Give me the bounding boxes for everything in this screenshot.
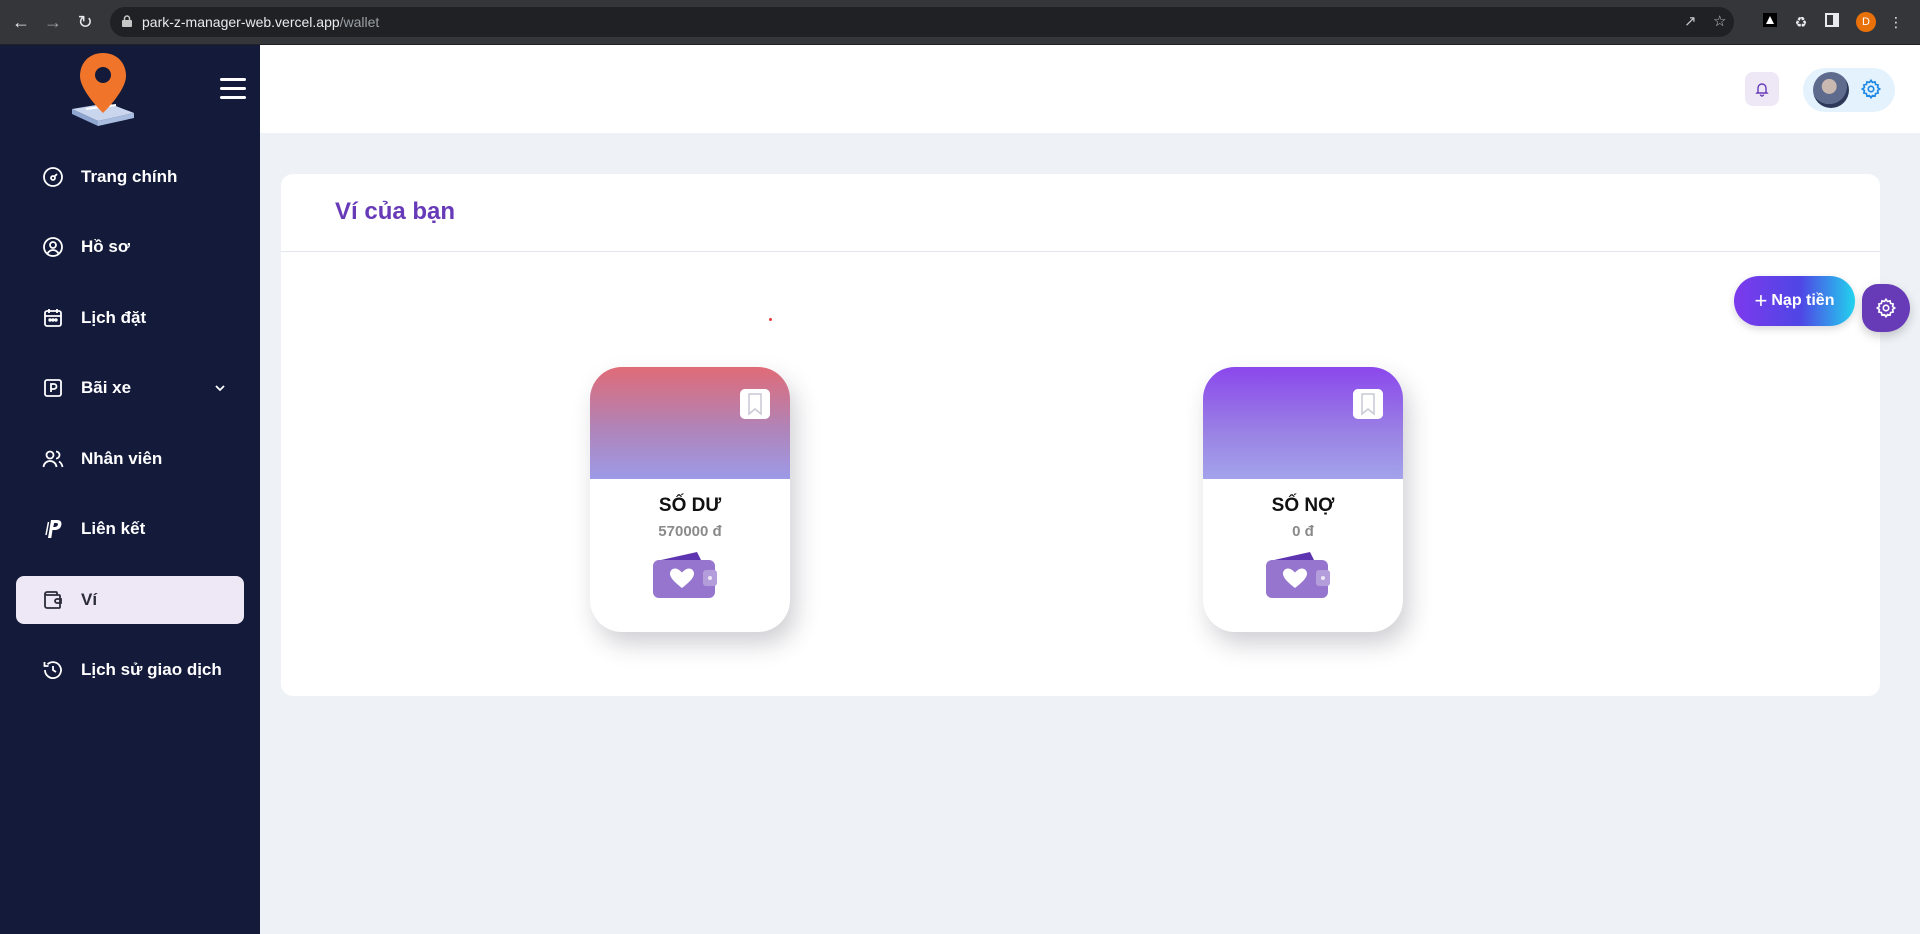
sidebar-item-transaction-history[interactable]: Lịch sử giao dịch [16,646,244,694]
top-header [260,45,1920,133]
wallet-heart-icon [1266,552,1330,598]
users-icon [42,450,64,468]
profile-avatar[interactable]: D [1856,12,1876,32]
wallet-panel: Ví của bạn [281,174,1880,696]
sidebar-item-label: Trang chính [81,167,178,186]
sidebar-item-label: Hồ sơ [81,237,130,256]
sidebar-item-label: Lịch sử giao dịch [81,660,222,679]
bell-icon [1755,83,1769,97]
parking-icon [44,379,62,397]
user-circle-icon [43,237,63,257]
sidebar-item-parking[interactable]: Bãi xe [16,364,244,412]
plus-icon: + [1754,288,1768,313]
menu-toggle-icon[interactable] [220,78,246,100]
debt-card: SỐ NỢ 0 đ [1203,367,1403,632]
bookmark-icon[interactable] [740,389,770,419]
dashboard-icon [43,167,63,187]
debt-value: 0 đ [1292,523,1314,540]
wallet-icon [44,591,62,609]
reload-icon[interactable]: ↻ [74,11,96,33]
url-text: park-z-manager-web.vercel.app/wallet [142,14,380,30]
topup-label: Nạp tiền [1771,292,1835,309]
back-icon[interactable]: ← [10,11,32,33]
lock-icon [122,15,132,27]
balance-value: 570000 đ [658,523,722,540]
sidebar-item-label: Ví [81,590,98,609]
extension-icon[interactable] [1760,12,1780,32]
sidebar-item-label: Lịch đặt [81,308,147,327]
gear-icon [1875,297,1897,319]
address-bar[interactable]: park-z-manager-web.vercel.app/wallet ↗ ☆ [110,7,1734,37]
gear-icon[interactable] [1860,78,1882,100]
sidebar-item-label: Nhân viên [81,449,163,468]
calendar-icon [44,309,62,327]
sidebar-item-label: Liên kết [81,519,146,538]
sidebar: Trang chính Hồ sơ Lịch đặt Bãi xe Nhân v… [0,45,260,934]
sidebar-item-bookings[interactable]: Lịch đặt [16,294,244,342]
sidebar-item-staff[interactable]: Nhân viên [16,435,244,483]
sidebar-item-wallet[interactable]: Ví [16,576,244,624]
notification-button[interactable] [1745,72,1779,106]
puzzle-icon[interactable]: ♻ [1791,12,1811,32]
debt-caption: SỐ NỢ [1271,495,1335,516]
side-panel-icon[interactable] [1822,12,1842,32]
settings-fab-button[interactable] [1862,284,1910,332]
card-header [1203,367,1403,479]
balance-caption: SỐ DƯ [658,495,722,516]
divider [281,251,1880,252]
decorative-dot [769,318,772,321]
more-menu-icon[interactable]: ⋮ [1886,12,1906,32]
balance-card: SỐ DƯ 570000 đ [590,367,790,632]
forward-icon[interactable]: → [42,11,64,33]
history-icon [43,661,62,679]
bookmark-icon[interactable] [1353,389,1383,419]
bookmark-star-icon[interactable]: ☆ [1713,13,1726,31]
card-header [590,367,790,479]
wallet-heart-icon [653,552,717,598]
browser-toolbar: ← → ↻ park-z-manager-web.vercel.app/wall… [0,0,1920,45]
chevron-down-icon[interactable] [212,380,228,396]
avatar[interactable] [1813,72,1849,108]
sidebar-item-dashboard[interactable]: Trang chính [16,153,244,201]
sidebar-item-label: Bãi xe [81,378,132,397]
page-title: Ví của bạn [335,198,456,225]
topup-button[interactable]: + Nạp tiền [1734,276,1855,326]
paypal-icon [45,520,62,538]
sidebar-item-profile[interactable]: Hồ sơ [16,223,244,271]
sidebar-item-links[interactable]: Liên kết [16,505,244,553]
logo [72,53,134,126]
share-icon[interactable]: ↗ [1684,13,1697,31]
